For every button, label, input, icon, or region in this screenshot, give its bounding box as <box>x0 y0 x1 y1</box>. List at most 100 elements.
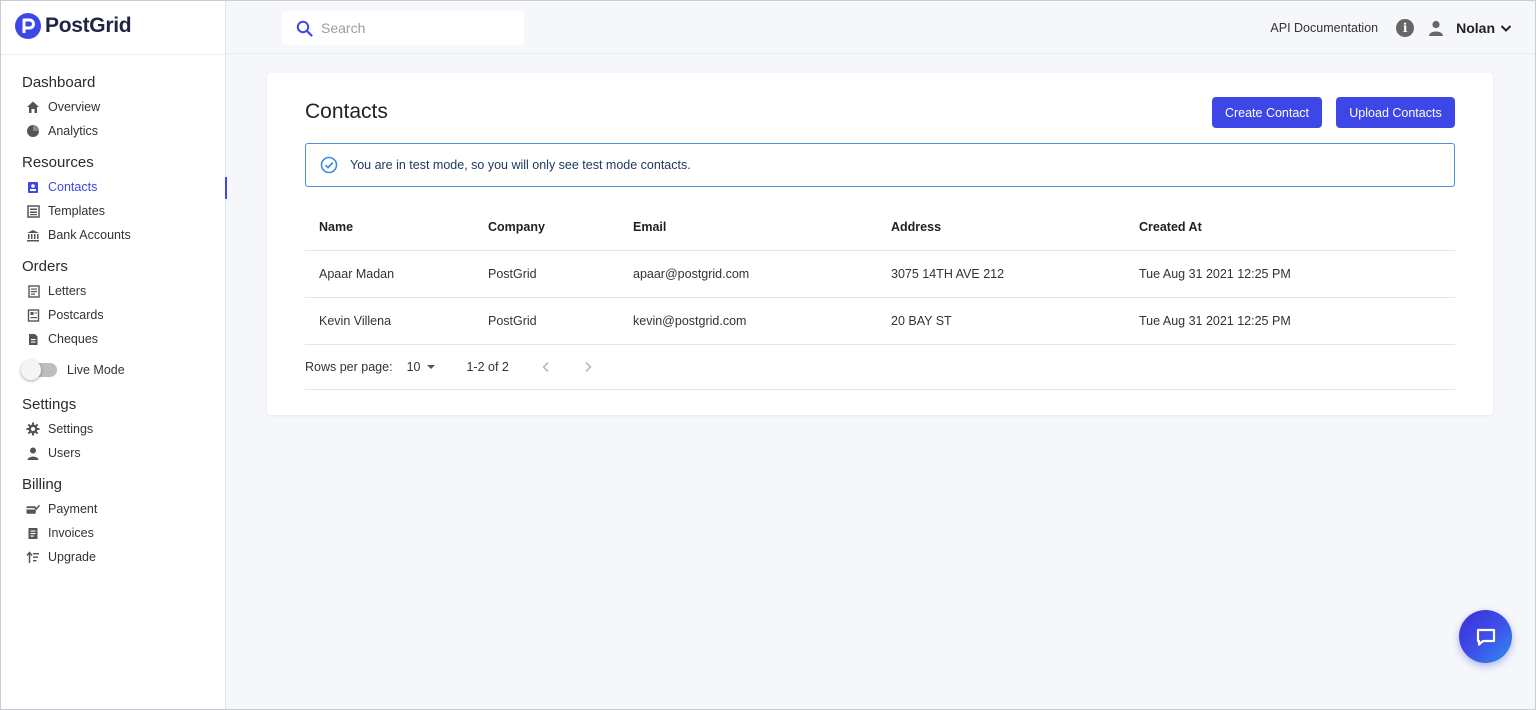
user-avatar-icon[interactable] <box>1428 20 1444 36</box>
sidebar-item-label: Invoices <box>48 526 94 540</box>
search-input[interactable] <box>321 20 511 36</box>
cell-created-at: Tue Aug 31 2021 12:25 PM <box>1139 314 1291 328</box>
search-icon <box>296 20 313 37</box>
table-header-row: Name Company Email Address Created At <box>305 204 1455 251</box>
cell-email: apaar@postgrid.com <box>633 267 750 281</box>
info-icon[interactable]: i <box>1396 18 1415 37</box>
gear-icon <box>26 422 40 436</box>
sidebar-item-label: Upgrade <box>48 550 96 564</box>
live-mode-row: Live Mode <box>1 355 226 385</box>
check-circle-icon <box>320 156 338 174</box>
pagination-range: 1-2 of 2 <box>466 359 509 374</box>
user-icon <box>26 446 40 460</box>
top-bar: API Documentation i Nolan <box>227 1 1535 54</box>
cell-name: Kevin Villena <box>319 314 392 328</box>
sidebar-item-payment[interactable]: Payment <box>1 497 226 521</box>
sidebar-item-letters[interactable]: Letters <box>1 279 226 303</box>
test-mode-alert: You are in test mode, so you will only s… <box>305 143 1455 187</box>
section-billing: Billing <box>22 476 63 493</box>
cell-address: 3075 14TH AVE 212 <box>891 267 1005 281</box>
template-icon <box>26 204 40 218</box>
invoice-icon <box>26 526 40 540</box>
next-page-icon[interactable] <box>581 360 595 374</box>
sidebar-item-settings[interactable]: Settings <box>1 417 226 441</box>
rows-per-page-label: Rows per page: <box>305 359 393 374</box>
section-dashboard: Dashboard <box>22 74 96 91</box>
payment-icon <box>26 502 40 516</box>
bank-icon <box>26 228 40 242</box>
rows-per-page-value: 10 <box>406 359 421 374</box>
sidebar-item-bank-accounts[interactable]: Bank Accounts <box>1 223 226 247</box>
cell-name: Apaar Madan <box>319 267 395 281</box>
live-mode-toggle[interactable] <box>21 360 57 380</box>
create-contact-button[interactable]: Create Contact <box>1212 97 1322 128</box>
sidebar: PostGrid Dashboard Overview Analytics Re… <box>1 1 227 709</box>
toggle-knob <box>21 360 41 380</box>
sidebar-item-invoices[interactable]: Invoices <box>1 521 226 545</box>
cell-created-at: Tue Aug 31 2021 12:25 PM <box>1139 267 1291 281</box>
section-resources: Resources <box>22 154 94 171</box>
column-header-email[interactable]: Email <box>633 220 891 234</box>
column-header-name[interactable]: Name <box>305 220 488 234</box>
sidebar-item-label: Settings <box>48 422 94 436</box>
sidebar-item-label: Contacts <box>48 180 98 194</box>
table-row[interactable]: Apaar Madan PostGrid apaar@postgrid.com … <box>305 251 1455 298</box>
sidebar-item-label: Postcards <box>48 308 104 322</box>
brand-name: PostGrid <box>45 14 132 37</box>
sidebar-item-contacts[interactable]: Contacts <box>1 175 227 199</box>
sidebar-item-users[interactable]: Users <box>1 441 226 465</box>
previous-page-icon[interactable] <box>539 360 553 374</box>
upload-contacts-button[interactable]: Upload Contacts <box>1336 97 1455 128</box>
home-icon <box>26 100 40 114</box>
table-pagination: Rows per page: 10 1-2 of 2 <box>305 344 1455 390</box>
contacts-table: Name Company Email Address Created At Ap… <box>305 204 1455 345</box>
search-box[interactable] <box>282 11 524 45</box>
column-header-address[interactable]: Address <box>891 220 1139 234</box>
cell-email: kevin@postgrid.com <box>633 314 747 328</box>
divider <box>1 54 226 55</box>
sidebar-item-postcards[interactable]: Postcards <box>1 303 226 327</box>
caret-down-icon <box>427 364 436 369</box>
contact-card-icon <box>26 180 40 194</box>
sidebar-item-label: Templates <box>48 204 105 218</box>
chat-bubble-icon <box>1476 628 1495 646</box>
sidebar-item-label: Bank Accounts <box>48 228 131 242</box>
letter-icon <box>26 284 40 298</box>
section-settings: Settings <box>22 396 77 413</box>
cell-address: 20 BAY ST <box>891 314 952 328</box>
sidebar-item-label: Users <box>48 446 81 460</box>
pie-chart-icon <box>26 124 40 138</box>
sidebar-nav: Dashboard Overview Analytics Resources C… <box>1 71 227 569</box>
page-title: Contacts <box>305 100 388 123</box>
column-header-company[interactable]: Company <box>488 220 633 234</box>
table-row[interactable]: Kevin Villena PostGrid kevin@postgrid.co… <box>305 298 1455 345</box>
sidebar-item-label: Cheques <box>48 332 99 346</box>
sidebar-item-label: Letters <box>48 284 87 298</box>
cheque-icon <box>26 332 40 346</box>
alert-message: You are in test mode, so you will only s… <box>350 158 691 172</box>
brand-logo[interactable]: PostGrid <box>15 13 132 39</box>
sidebar-item-label: Analytics <box>48 124 99 138</box>
upgrade-icon <box>26 550 40 564</box>
sidebar-item-cheques[interactable]: Cheques <box>1 327 226 351</box>
sidebar-item-label: Payment <box>48 502 98 516</box>
column-header-created-at[interactable]: Created At <box>1139 220 1455 234</box>
postgrid-logo-icon <box>15 13 41 39</box>
cell-company: PostGrid <box>488 314 537 328</box>
sidebar-item-overview[interactable]: Overview <box>1 95 226 119</box>
sidebar-item-label: Overview <box>48 100 101 114</box>
postcard-icon <box>26 308 40 322</box>
chat-launcher-button[interactable] <box>1459 610 1512 663</box>
contacts-card: Contacts Create Contact Upload Contacts … <box>267 73 1493 415</box>
rows-per-page-select[interactable]: 10 <box>407 360 437 374</box>
sidebar-item-templates[interactable]: Templates <box>1 199 226 223</box>
api-documentation-link[interactable]: API Documentation <box>1270 21 1378 35</box>
user-name[interactable]: Nolan <box>1456 20 1495 36</box>
section-orders: Orders <box>22 258 68 275</box>
top-right-controls: API Documentation i Nolan <box>1270 1 1513 54</box>
chevron-down-icon[interactable] <box>1499 21 1513 35</box>
sidebar-item-upgrade[interactable]: Upgrade <box>1 545 226 569</box>
live-mode-label: Live Mode <box>67 363 125 377</box>
cell-company: PostGrid <box>488 267 537 281</box>
sidebar-item-analytics[interactable]: Analytics <box>1 119 226 143</box>
